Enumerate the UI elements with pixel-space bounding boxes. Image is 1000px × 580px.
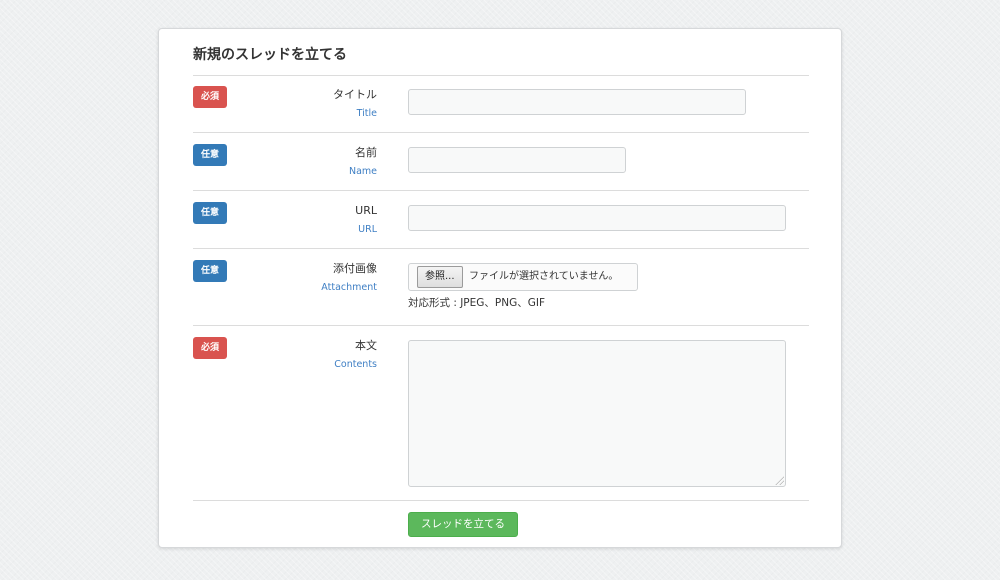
contents-textarea[interactable] [408, 340, 786, 487]
create-thread-button[interactable]: スレッドを立てる [408, 512, 518, 537]
url-label: URL [355, 204, 377, 217]
optional-badge-name: 任意 [193, 144, 227, 166]
browse-button[interactable]: 参照... [417, 266, 463, 288]
contents-label: 本文 [355, 339, 377, 352]
name-label-en: Name [348, 166, 377, 177]
divider [193, 75, 809, 76]
attachment-label: 添付画像 [333, 262, 377, 275]
name-input[interactable] [408, 147, 626, 173]
optional-badge-attachment: 任意 [193, 260, 227, 282]
required-badge-title: 必須 [193, 86, 227, 108]
title-label: タイトル [333, 88, 377, 101]
divider [193, 325, 809, 326]
divider [193, 500, 809, 501]
file-status-text: ファイルが選択されていません。 [469, 271, 619, 282]
attachment-label-en: Attachment [321, 282, 377, 293]
url-input[interactable] [408, 205, 786, 231]
resize-grip-icon[interactable] [774, 475, 784, 485]
optional-badge-url: 任意 [193, 202, 227, 224]
title-input[interactable] [408, 89, 746, 115]
divider [193, 190, 809, 191]
new-thread-form-panel: 新規のスレッドを立てる 必須 タイトル Title 任意 名前 Name 任意 … [158, 28, 842, 548]
divider [193, 248, 809, 249]
file-input[interactable]: 参照... ファイルが選択されていません。 [408, 263, 638, 291]
divider [193, 132, 809, 133]
name-label: 名前 [355, 146, 377, 159]
contents-label-en: Contents [334, 359, 377, 370]
title-label-en: Title [356, 108, 377, 119]
required-badge-contents: 必須 [193, 337, 227, 359]
supported-formats-note: 対応形式 : JPEG、PNG、GIF [408, 297, 546, 309]
url-label-en: URL [358, 224, 377, 235]
form-title: 新規のスレッドを立てる [193, 47, 347, 63]
